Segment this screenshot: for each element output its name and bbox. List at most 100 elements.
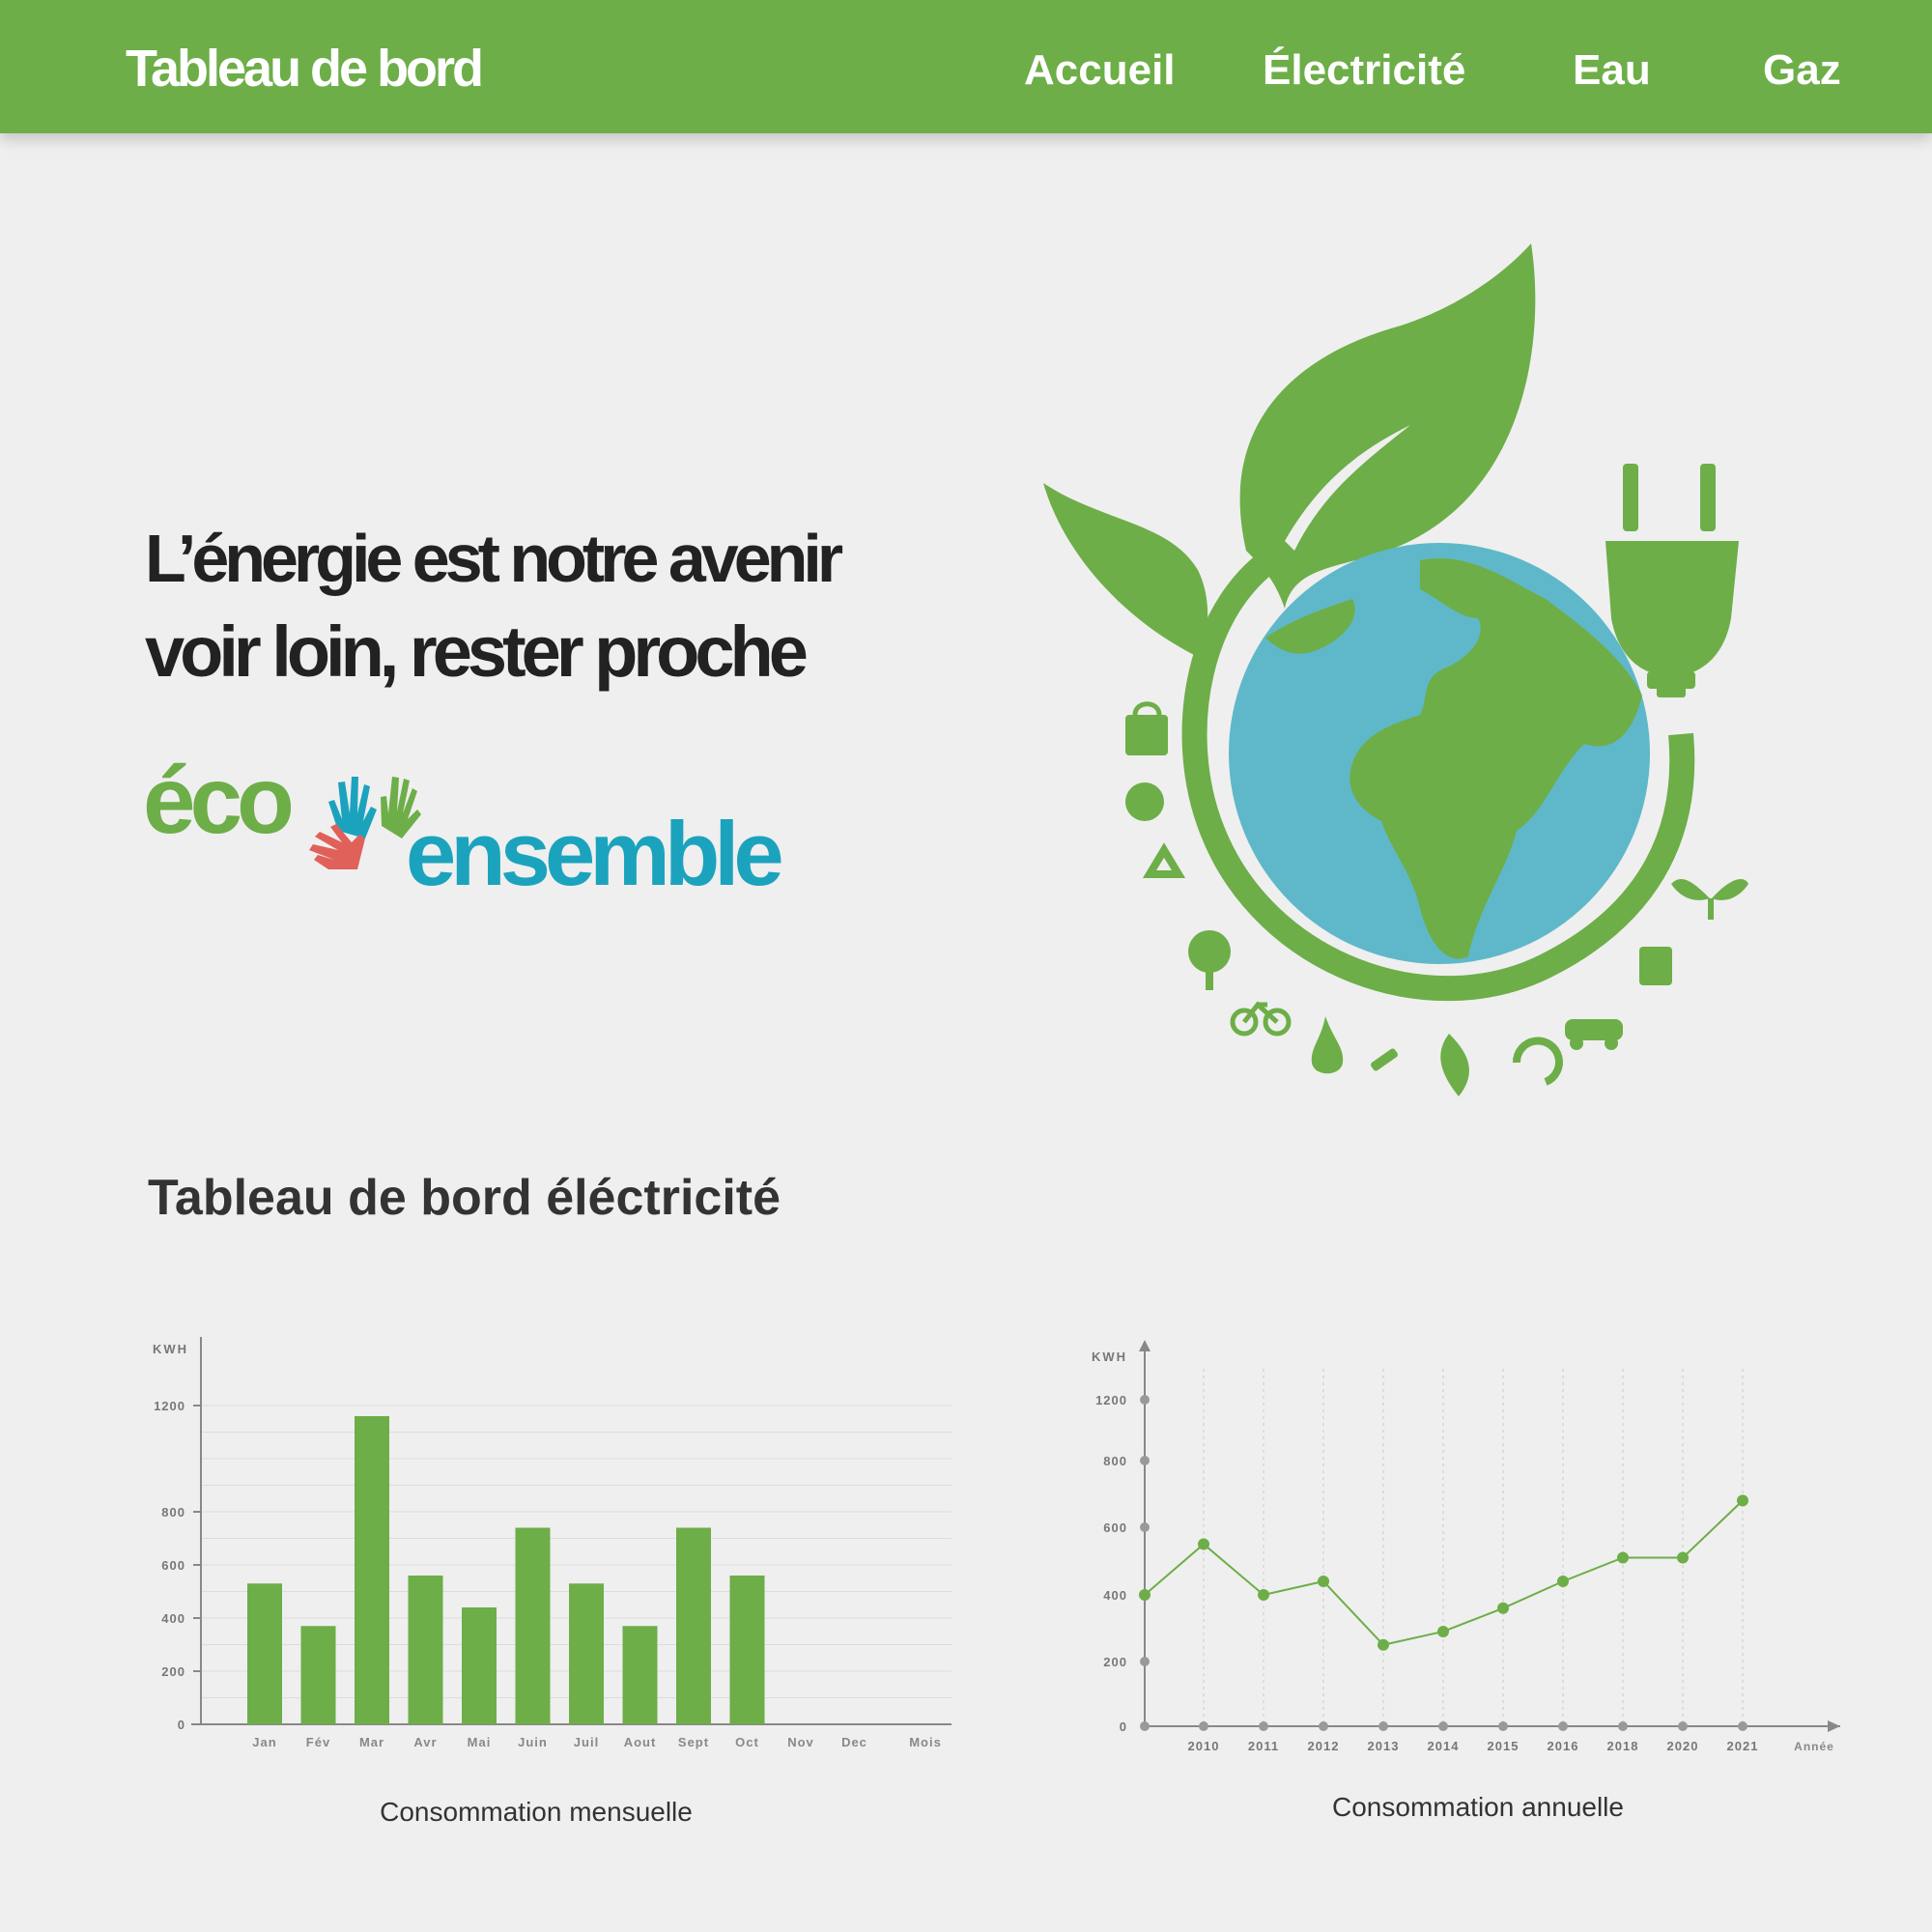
bar-oct	[729, 1576, 765, 1724]
data-point-2014	[1437, 1625, 1449, 1637]
bar-juil	[569, 1583, 604, 1724]
data-point-2021	[1737, 1494, 1748, 1507]
annual-chart-caption: Consommation annuelle	[1332, 1792, 1624, 1822]
logo-eco-text: éco	[143, 747, 295, 853]
bar-jan	[247, 1583, 282, 1724]
x-tick-dot	[1618, 1721, 1628, 1731]
x-tick-label: 2015	[1488, 1739, 1520, 1753]
y-tick-label: 400	[161, 1611, 185, 1626]
logo-ensemble-text: ensemble	[406, 803, 784, 904]
nav-accueil[interactable]: Accueil	[1024, 46, 1176, 95]
x-tick-label: 2021	[1727, 1739, 1759, 1753]
x-tick-label: 2011	[1248, 1739, 1279, 1753]
x-tick-label: Fév	[306, 1735, 330, 1749]
water-drop-icon	[1311, 1016, 1344, 1074]
x-tick-dot	[1199, 1721, 1208, 1731]
y-tick-label: 0	[1120, 1719, 1127, 1734]
x-tick-label: Sept	[678, 1735, 709, 1749]
monthly-chart-caption: Consommation mensuelle	[380, 1797, 693, 1827]
y-tick-label: 600	[1103, 1520, 1127, 1535]
x-tick-label: Dec	[841, 1735, 867, 1749]
small-plug-icon	[1371, 1048, 1398, 1071]
x-tick-dot	[1438, 1721, 1448, 1731]
x-axis-label: Année	[1794, 1740, 1834, 1753]
bar-mar	[355, 1416, 389, 1724]
eco-globe-illustration	[1043, 243, 1748, 1096]
data-point-2012	[1318, 1576, 1329, 1587]
bicycle-icon	[1230, 1001, 1292, 1037]
y-tick-dot	[1140, 1657, 1150, 1666]
data-point-2018	[1617, 1551, 1629, 1564]
y-tick-label: 800	[161, 1505, 185, 1520]
x-tick-dot	[1558, 1721, 1568, 1731]
x-tick-label: 2014	[1428, 1739, 1460, 1753]
nav-gaz[interactable]: Gaz	[1763, 46, 1841, 95]
x-tick-label: Mai	[468, 1735, 492, 1749]
y-tick-label: 0	[178, 1718, 185, 1732]
y-tick-label: 600	[161, 1558, 185, 1573]
x-tick-label: 2018	[1607, 1739, 1639, 1753]
x-tick-label: Juin	[518, 1735, 548, 1749]
x-tick-label: Avr	[413, 1735, 437, 1749]
refresh-arrows-icon	[1512, 1037, 1563, 1086]
data-point-2010	[1198, 1538, 1209, 1550]
data-point-2011	[1258, 1589, 1269, 1601]
data-point-2015	[1497, 1602, 1509, 1614]
sprout-icon	[1671, 879, 1748, 920]
x-tick-label: Mar	[359, 1735, 384, 1749]
shopping-bag-icon	[1125, 701, 1168, 755]
bar-mai	[462, 1607, 497, 1724]
x-tick-label: Aout	[624, 1735, 657, 1749]
hero-subheadline: voir loin, rester proche	[145, 611, 809, 692]
top-navigation-bar: Tableau de bord Accueil Électricité Eau …	[0, 0, 1932, 133]
trash-leaf-icon	[1639, 947, 1672, 985]
leaf-drop-icon	[1440, 1034, 1469, 1096]
data-point-2020	[1677, 1551, 1689, 1564]
bar-fév	[300, 1626, 336, 1724]
x-tick-label: Juil	[574, 1735, 599, 1749]
y-tick-label: 400	[1103, 1588, 1127, 1603]
tree-icon	[1188, 930, 1231, 990]
y-tick-dot	[1140, 1456, 1150, 1465]
bar-avr	[408, 1576, 443, 1724]
x-tick-label: Jan	[252, 1735, 276, 1749]
bar-aout	[622, 1626, 658, 1724]
recycle-icon	[1142, 842, 1186, 878]
x-tick-label: 2012	[1308, 1739, 1340, 1753]
data-point-2016	[1557, 1576, 1569, 1587]
eco-car-icon	[1565, 1019, 1623, 1050]
x-tick-label: Oct	[735, 1735, 759, 1749]
y-tick-label: 1200	[154, 1399, 185, 1413]
annual-consumption-line-chart: KWH 0 200 400 600 800 1200 2010 2011 2012 2013 2014…	[1092, 1340, 1840, 1753]
bar-juin	[515, 1527, 551, 1724]
nav-electricite[interactable]: Électricité	[1263, 46, 1465, 95]
y-tick-dot	[1140, 1721, 1150, 1731]
y-tick-dot	[1140, 1395, 1150, 1405]
x-tick-label: 2020	[1667, 1739, 1699, 1753]
app-brand-title[interactable]: Tableau de bord	[126, 39, 484, 99]
y-tick-label: 800	[1103, 1454, 1127, 1468]
y-axis-arrow	[1139, 1340, 1151, 1351]
section-title: Tableau de bord éléctricité	[148, 1170, 781, 1226]
sun-badge-icon	[1125, 782, 1164, 821]
x-tick-label: 2016	[1548, 1739, 1579, 1753]
x-tick-dot	[1738, 1721, 1747, 1731]
x-tick-label: 2013	[1368, 1739, 1400, 1753]
y-axis-label: KWH	[1092, 1350, 1127, 1364]
monthly-consumption-bar-chart: KWH 0 200 400 600 800 1200 Jan Fév Mar Avr Mai Juin J…	[153, 1337, 952, 1749]
data-point-start	[1139, 1589, 1151, 1601]
y-tick-dot	[1140, 1522, 1150, 1532]
bar-sept	[676, 1527, 711, 1724]
y-axis-label: KWH	[153, 1342, 188, 1356]
x-tick-dot	[1259, 1721, 1268, 1731]
x-tick-label: 2010	[1188, 1739, 1220, 1753]
x-tick-dot	[1378, 1721, 1388, 1731]
x-axis-arrow	[1828, 1720, 1840, 1732]
hero-headline: L’énergie est notre avenir	[145, 521, 843, 596]
data-point-2013	[1378, 1638, 1389, 1651]
x-tick-dot	[1498, 1721, 1508, 1731]
y-tick-label: 200	[1103, 1655, 1127, 1669]
nav-eau[interactable]: Eau	[1573, 46, 1651, 95]
small-leaf-icon	[1043, 483, 1208, 657]
x-tick-dot	[1678, 1721, 1688, 1731]
